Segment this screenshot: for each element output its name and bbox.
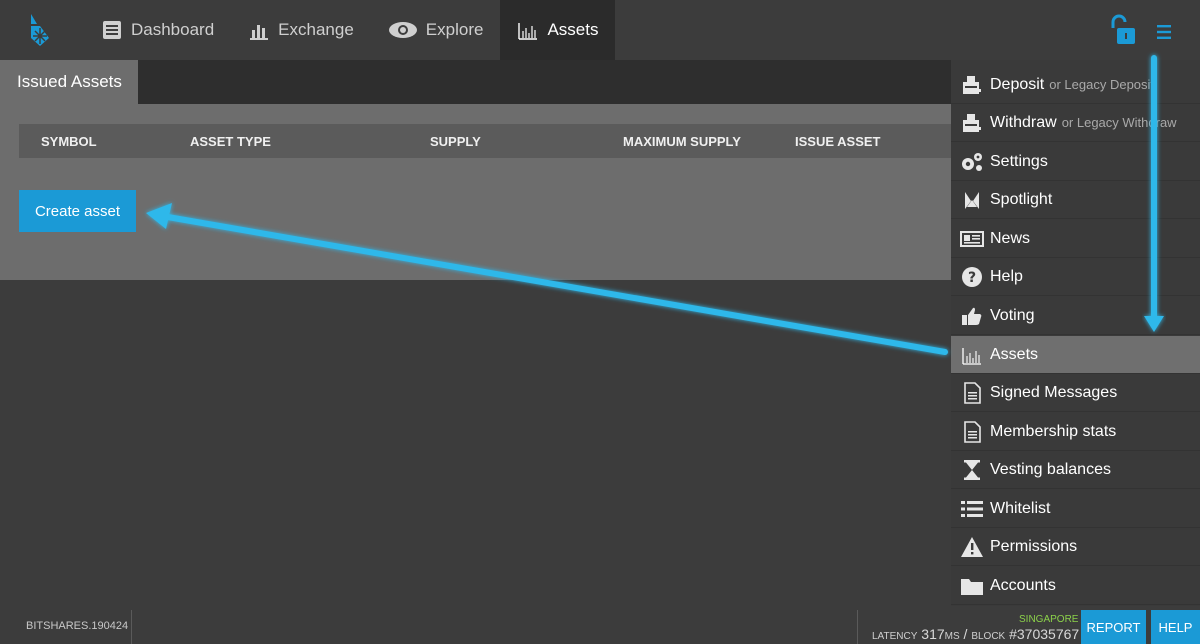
thumbs-up-icon (960, 304, 984, 328)
document-icon (960, 381, 984, 405)
column-asset-type[interactable]: ASSET TYPE (190, 134, 271, 149)
eye-icon (388, 19, 418, 41)
menu-item-permissions-label: Permissions (990, 537, 1078, 555)
dashboard-icon (101, 19, 123, 41)
menu-item-help-label: Help (990, 267, 1023, 285)
menu-item-withdraw-label: Withdraw (990, 113, 1057, 131)
menu-item-spotlight[interactable]: Spotlight (951, 181, 1200, 219)
menu-item-signed-messages-label: Signed Messages (990, 383, 1118, 401)
assets-icon (517, 19, 539, 41)
list-icon (960, 497, 984, 521)
menu-item-settings-label: Settings (990, 152, 1048, 170)
nav-dashboard[interactable]: Dashboard (84, 0, 231, 60)
menu-item-accounts-label: Accounts (990, 576, 1056, 594)
menu-item-withdraw[interactable]: Withdraw or Legacy Withdraw (951, 104, 1200, 142)
menu-item-voting[interactable]: Voting (951, 297, 1200, 335)
latency-label: LATENCY (872, 631, 918, 642)
menu-item-voting-label: Voting (990, 306, 1035, 324)
bar-chart-icon (248, 19, 270, 41)
footer-divider (131, 610, 132, 644)
nav-exchange[interactable]: Exchange (231, 0, 371, 60)
menu-item-whitelist-label: Whitelist (990, 499, 1051, 517)
document-icon (960, 420, 984, 444)
connection-status[interactable]: LATENCY 317MS / BLOCK #37035767 (872, 626, 1079, 642)
latency-unit: MS (944, 631, 960, 642)
node-location[interactable]: SINGAPORE (1019, 614, 1078, 625)
menu-item-assets-label: Assets (990, 345, 1039, 363)
report-button[interactable]: REPORT (1081, 610, 1146, 644)
assets-table-header: SYMBOL ASSET TYPE SUPPLY MAXIMUM SUPPLY … (19, 124, 959, 158)
status-separator: / (963, 626, 968, 642)
nav-assets-label: Assets (547, 20, 599, 39)
svg-text:?: ? (968, 270, 976, 286)
menu-item-news-label: News (990, 229, 1031, 247)
hourglass-icon (960, 458, 984, 482)
top-header: Dashboard Exchange Explore Assets (0, 0, 1200, 60)
status-footer: BITSHARES.190424 SINGAPORE LATENCY 317MS… (0, 606, 1200, 644)
latency-value: 317 (921, 626, 945, 642)
app-version: BITSHARES.190424 (26, 620, 129, 632)
nav-dashboard-label: Dashboard (131, 20, 215, 39)
hamburger-menu-icon[interactable] (1156, 24, 1172, 40)
menu-item-help[interactable]: ? Help (951, 258, 1200, 296)
news-icon (960, 227, 984, 251)
menu-item-spotlight-label: Spotlight (990, 190, 1053, 208)
spotlight-icon (960, 188, 984, 212)
menu-item-vesting-balances-label: Vesting balances (990, 460, 1111, 478)
settings-dropdown-menu: Deposit or Legacy Deposit Withdraw or Le… (951, 60, 1200, 606)
menu-item-assets[interactable]: Assets (951, 336, 1200, 374)
nav-explore[interactable]: Explore (371, 0, 501, 60)
menu-item-news[interactable]: News (951, 220, 1200, 258)
footer-divider (857, 610, 858, 644)
tab-issued-assets[interactable]: Issued Assets (0, 60, 138, 104)
folder-icon (960, 574, 984, 598)
nav-explore-label: Explore (425, 20, 484, 39)
withdraw-icon (960, 111, 984, 135)
assets-icon (960, 343, 984, 367)
help-icon: ? (960, 265, 984, 289)
menu-item-membership-stats[interactable]: Membership stats (951, 413, 1200, 451)
gears-icon (960, 150, 984, 174)
menu-item-vesting-balances[interactable]: Vesting balances (951, 451, 1200, 489)
create-asset-button[interactable]: Create asset (19, 190, 136, 232)
menu-item-deposit[interactable]: Deposit or Legacy Deposit (951, 66, 1200, 104)
nav-exchange-label: Exchange (278, 20, 354, 39)
menu-item-signed-messages[interactable]: Signed Messages (951, 374, 1200, 412)
legacy-deposit-link[interactable]: or Legacy Deposit (1049, 77, 1154, 92)
nav-assets[interactable]: Assets (500, 0, 616, 60)
menu-item-deposit-label: Deposit (990, 75, 1045, 93)
menu-item-settings[interactable]: Settings (951, 143, 1200, 181)
bitshares-logo-icon[interactable] (26, 12, 54, 48)
block-label: BLOCK (971, 631, 1006, 642)
deposit-icon (960, 73, 984, 97)
column-issue-asset: ISSUE ASSET (795, 134, 881, 149)
column-maximum-supply[interactable]: MAXIMUM SUPPLY (623, 134, 741, 149)
menu-item-whitelist[interactable]: Whitelist (951, 490, 1200, 528)
main-nav: Dashboard Exchange Explore Assets (84, 0, 616, 60)
column-supply[interactable]: SUPPLY (430, 134, 481, 149)
legacy-withdraw-link[interactable]: or Legacy Withdraw (1062, 115, 1177, 130)
help-button[interactable]: HELP (1151, 610, 1200, 644)
menu-item-permissions[interactable]: Permissions (951, 528, 1200, 566)
menu-item-accounts[interactable]: Accounts (951, 567, 1200, 605)
unlock-icon[interactable] (1108, 14, 1140, 46)
menu-item-membership-stats-label: Membership stats (990, 422, 1117, 440)
warning-icon (960, 535, 984, 559)
column-symbol[interactable]: SYMBOL (41, 134, 97, 149)
block-number: #37035767 (1009, 626, 1080, 642)
